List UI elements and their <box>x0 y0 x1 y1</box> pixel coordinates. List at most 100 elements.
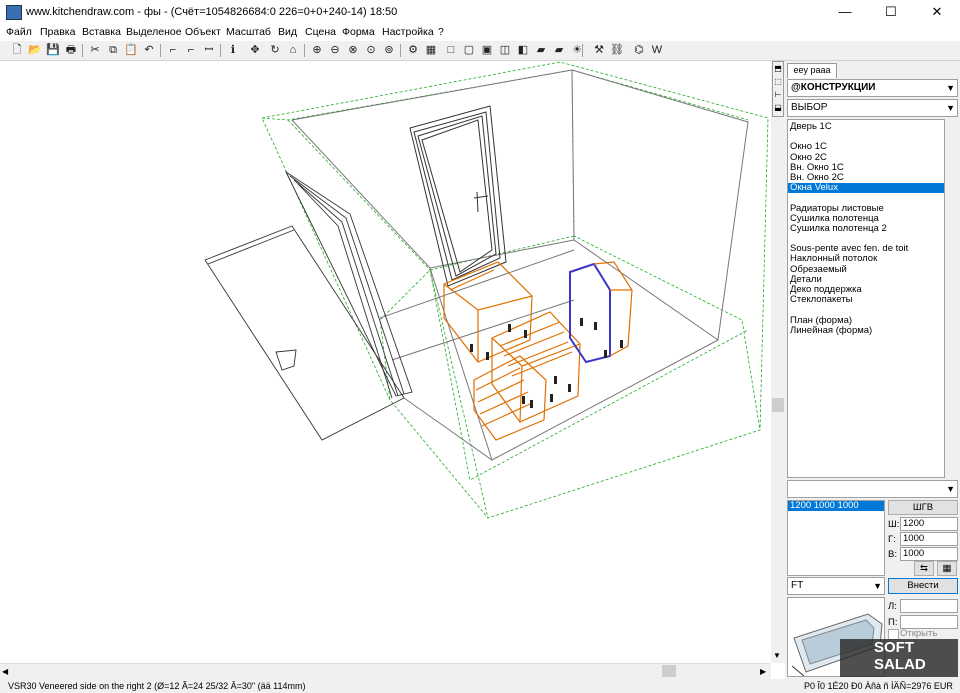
tab-catalog-icon[interactable]: ⬒ <box>773 63 783 74</box>
menu-edit[interactable]: Правка <box>40 26 75 38</box>
toolbar-separator <box>82 44 83 57</box>
toolbar-separator <box>400 44 401 57</box>
depth-field[interactable]: 1000 <box>900 532 958 546</box>
zoom-prev-icon[interactable]: ⊚ <box>382 43 396 57</box>
paste-icon[interactable]: 📋 <box>124 43 138 57</box>
tab-wall-icon[interactable]: ⬚ <box>773 76 783 87</box>
width-field[interactable]: 1200 <box>900 517 958 531</box>
filter-combo[interactable]: ВЫБОР ▼ <box>787 99 958 117</box>
swap-icon[interactable]: ⇆ <box>914 561 934 576</box>
selected-blue-cabinet <box>569 262 611 364</box>
dims-mode-button[interactable]: ШГВ <box>888 500 958 515</box>
menu-settings[interactable]: Настройка <box>382 26 434 38</box>
camera-multi-icon[interactable]: ▰ <box>552 43 566 57</box>
toolbar: 🗋 📂 💾 🖶 ✂ ⧉ 📋 ↶ ⌐ ⌐ ꟷ ℹ ✥ ↻ ⌂ ⊕ ⊖ ⊗ ⊙ ⊚ ⚙ ▦ □ ▢ ▣ ◫ ◧ ▰ ▰ ☀ ⚒ ⛓ ⌬ W <box>0 41 960 61</box>
render-icon[interactable]: ⚙ <box>406 43 420 57</box>
zoom-in-icon[interactable]: ⊕ <box>310 43 324 57</box>
catalog-list-item[interactable]: Дверь 1С <box>788 121 944 132</box>
vertical-scrollbar[interactable]: ▲ ▼ <box>771 61 785 663</box>
tools-icon[interactable]: ⚒ <box>592 43 606 57</box>
walk-icon[interactable]: ⛓ <box>610 43 624 57</box>
plan-icon[interactable]: ▢ <box>462 43 476 57</box>
width-label: Ш: <box>888 519 900 530</box>
menu-selected[interactable]: Выделеное <box>126 26 182 38</box>
toolbar-separator <box>160 44 161 57</box>
menu-object[interactable]: Объект <box>185 26 221 38</box>
left-label: Л: <box>888 601 897 612</box>
catalog-list-item[interactable]: Линейная (форма) <box>788 325 944 336</box>
copy-icon[interactable]: ⧉ <box>106 43 120 57</box>
move-icon[interactable]: ✥ <box>248 43 262 57</box>
cut-icon[interactable]: ✂ <box>88 43 102 57</box>
close-button[interactable]: ✕ <box>914 0 960 24</box>
view-3d-icon[interactable]: ▣ <box>480 43 494 57</box>
scroll-down-icon[interactable]: ▼ <box>773 651 781 660</box>
menu-scene[interactable]: Сцена <box>305 26 336 38</box>
stairs-icon[interactable]: ⌐ <box>166 43 180 57</box>
toolbar-separator <box>220 44 221 57</box>
new-icon[interactable]: 🗋 <box>10 43 24 57</box>
catalog-list-item[interactable]: Сушилка полотенца 2 <box>788 223 944 234</box>
finish-value: FT <box>791 580 804 591</box>
zoom-window-icon[interactable]: ⊙ <box>364 43 378 57</box>
rotate-icon[interactable]: ↻ <box>268 43 282 57</box>
perspective-icon[interactable]: ◫ <box>498 43 512 57</box>
zoom-out-icon[interactable]: ⊖ <box>328 43 342 57</box>
box-icon[interactable]: □ <box>444 43 458 57</box>
align-icon[interactable]: ⌂ <box>286 43 300 57</box>
scroll-left-icon[interactable]: ◀ <box>2 667 8 676</box>
menu-view[interactable]: Вид <box>278 26 297 38</box>
maximize-button[interactable]: ☐ <box>868 0 914 24</box>
open-icon[interactable]: 📂 <box>28 43 42 57</box>
menu-form[interactable]: Форма <box>342 26 375 38</box>
catalog-list-item[interactable]: Окна Velux <box>788 182 944 194</box>
catalog-list-item[interactable] <box>788 193 944 203</box>
film-icon[interactable]: ▦ <box>424 43 438 57</box>
height-field[interactable]: 1000 <box>900 547 958 561</box>
left-door <box>204 170 413 441</box>
catalog-item-list[interactable]: Дверь 1С Окно 1С Окно 2С Вн. Окно 1С Вн. Окн… <box>787 119 945 478</box>
path-icon[interactable]: ⌬ <box>632 43 646 57</box>
tab-floor-icon[interactable]: ⊢ <box>773 89 783 100</box>
undo-icon[interactable]: ↶ <box>142 43 156 57</box>
stairs-edit-icon[interactable]: ⌐ <box>184 43 198 57</box>
app-icon[interactable] <box>6 5 22 20</box>
category-value: @КОНСТРУКЦИИ <box>791 82 876 93</box>
left-field[interactable] <box>900 599 958 613</box>
chevron-down-icon: ▼ <box>946 484 955 494</box>
menu-file[interactable]: Файл <box>6 26 32 38</box>
info-icon[interactable]: ℹ <box>226 43 240 57</box>
insert-button[interactable]: Внести <box>888 578 958 594</box>
zoom-fit-icon[interactable]: ⊗ <box>346 43 360 57</box>
scene-drawing <box>204 61 769 519</box>
secondary-combo[interactable]: ▼ <box>787 480 958 498</box>
measure-icon[interactable]: ꟷ <box>202 43 216 57</box>
right-field[interactable] <box>900 615 958 629</box>
catalog-list-item[interactable]: Стеклопакеты <box>788 294 944 305</box>
menu-help[interactable]: ? <box>438 26 444 38</box>
calculator-icon[interactable]: ▦ <box>937 561 957 576</box>
watermark: SOFT SALAD <box>840 639 958 677</box>
chevron-down-icon: ▼ <box>946 103 955 113</box>
menu-insert[interactable]: Вставка <box>82 26 121 38</box>
w-icon[interactable]: W <box>650 43 664 57</box>
minimize-button[interactable]: — <box>822 0 868 24</box>
finish-combo[interactable]: FT ▼ <box>787 577 885 595</box>
camera-icon[interactable]: ▰ <box>534 43 548 57</box>
tab-active[interactable]: ееу рааа <box>787 63 837 78</box>
dimensions-list[interactable]: 1200 1000 1000 <box>787 500 885 576</box>
dimension-option[interactable]: 1200 1000 1000 <box>788 500 884 512</box>
menu-scale[interactable]: Масштаб <box>226 26 271 38</box>
filter-value: ВЫБОР <box>791 102 828 113</box>
tab-object-icon[interactable]: ⬓ <box>773 102 783 113</box>
scroll-right-icon[interactable]: ▶ <box>760 667 766 676</box>
3d-viewport[interactable] <box>0 61 772 663</box>
chevron-down-icon: ▼ <box>946 83 955 93</box>
category-combo[interactable]: @КОНСТРУКЦИИ ▼ <box>787 79 958 97</box>
save-icon[interactable]: 💾 <box>46 43 60 57</box>
vertical-scroll-thumb[interactable] <box>772 398 784 412</box>
print-icon[interactable]: 🖶 <box>64 43 78 57</box>
iso-icon[interactable]: ◧ <box>516 43 530 57</box>
horizontal-scroll-thumb[interactable] <box>662 665 676 677</box>
horizontal-scrollbar[interactable]: ◀ ▶ <box>0 663 771 680</box>
